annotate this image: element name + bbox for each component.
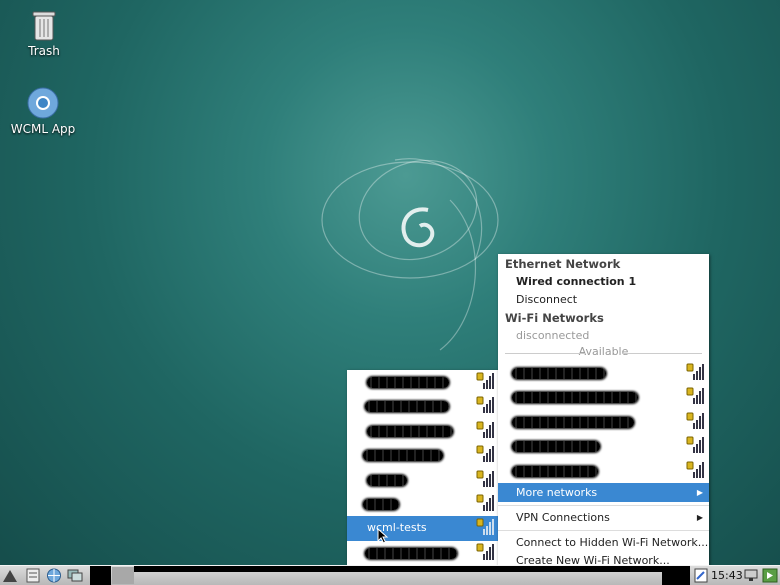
vpn-connections-label: VPN Connections — [516, 510, 610, 524]
available-label: Available — [578, 345, 629, 358]
wifi-secure-icon — [476, 543, 494, 560]
network-name: wcml-tests — [367, 521, 427, 535]
notes-icon[interactable] — [693, 568, 709, 583]
taskbar: 15:43 — [0, 565, 780, 585]
system-tray-spacer — [662, 566, 690, 585]
menu-divider — [498, 504, 709, 506]
desktop-icon-label: WCML App — [10, 122, 76, 136]
mouse-cursor-icon — [377, 528, 389, 544]
wifi-secure-icon — [476, 396, 494, 414]
available-network-item[interactable] — [498, 459, 709, 483]
desktop-icon-trash[interactable]: Trash — [4, 6, 84, 58]
network-menu: Ethernet Network Wired connection 1 Disc… — [498, 254, 709, 567]
network-item[interactable] — [347, 419, 498, 443]
start-menu-icon[interactable] — [2, 568, 18, 583]
wifi-secure-icon — [476, 518, 494, 536]
network-item[interactable] — [347, 541, 498, 565]
trash-icon — [32, 11, 56, 41]
more-networks-submenu: wcml-tests — [347, 370, 498, 565]
wifi-secure-icon — [686, 387, 704, 405]
more-networks-item[interactable]: More networks ▶ — [498, 482, 709, 502]
network-item[interactable] — [347, 443, 498, 467]
clock[interactable]: 15:43 — [711, 569, 743, 582]
chrome-app-icon — [27, 87, 59, 119]
web-browser-icon[interactable] — [46, 568, 62, 583]
wifi-secure-icon — [686, 436, 704, 454]
taskbar-window-list — [134, 566, 662, 572]
taskbar-window-slot[interactable] — [112, 567, 134, 584]
wifi-secure-icon — [476, 494, 494, 511]
logout-icon[interactable] — [762, 568, 778, 583]
submenu-arrow-icon: ▶ — [696, 487, 703, 497]
disconnect-item[interactable]: Disconnect — [498, 291, 709, 309]
available-network-item[interactable] — [498, 410, 709, 434]
wifi-header: Wi-Fi Networks — [505, 311, 604, 325]
network-item[interactable] — [347, 492, 498, 516]
wifi-secure-icon — [476, 445, 494, 463]
file-manager-icon[interactable] — [25, 568, 41, 583]
ethernet-header: Ethernet Network — [505, 257, 621, 271]
wifi-secure-icon — [686, 363, 704, 380]
wired-connection-item[interactable]: Wired connection 1 — [498, 273, 709, 291]
windows-icon[interactable] — [67, 568, 83, 583]
vpn-connections-item[interactable]: VPN Connections ▶ — [498, 509, 709, 527]
desktop-icon-label: Trash — [28, 44, 60, 58]
wifi-secure-icon — [476, 372, 494, 389]
available-network-item[interactable] — [498, 361, 709, 385]
menu-divider — [498, 529, 709, 531]
wifi-secure-icon — [686, 461, 704, 478]
wifi-status: disconnected — [516, 329, 590, 342]
available-network-item[interactable] — [498, 434, 709, 458]
submenu-arrow-icon: ▶ — [696, 512, 703, 522]
wifi-secure-icon — [686, 412, 704, 429]
more-networks-label: More networks — [516, 485, 598, 499]
desktop-icon-wcml-app[interactable]: WCML App — [3, 86, 83, 136]
wifi-secure-icon — [476, 470, 494, 487]
debian-swirl-logo — [321, 158, 499, 351]
network-item[interactable] — [347, 394, 498, 418]
available-network-item[interactable] — [498, 385, 709, 409]
network-item[interactable] — [347, 370, 498, 394]
available-separator: Available — [498, 345, 709, 361]
connect-hidden-network-item[interactable]: Connect to Hidden Wi-Fi Network... — [498, 534, 709, 552]
wifi-secure-icon — [476, 421, 494, 438]
taskbar-separator — [90, 566, 111, 585]
network-tray-icon[interactable] — [743, 568, 759, 583]
network-item[interactable] — [347, 468, 498, 492]
network-item-wcml-tests[interactable]: wcml-tests — [347, 516, 498, 541]
